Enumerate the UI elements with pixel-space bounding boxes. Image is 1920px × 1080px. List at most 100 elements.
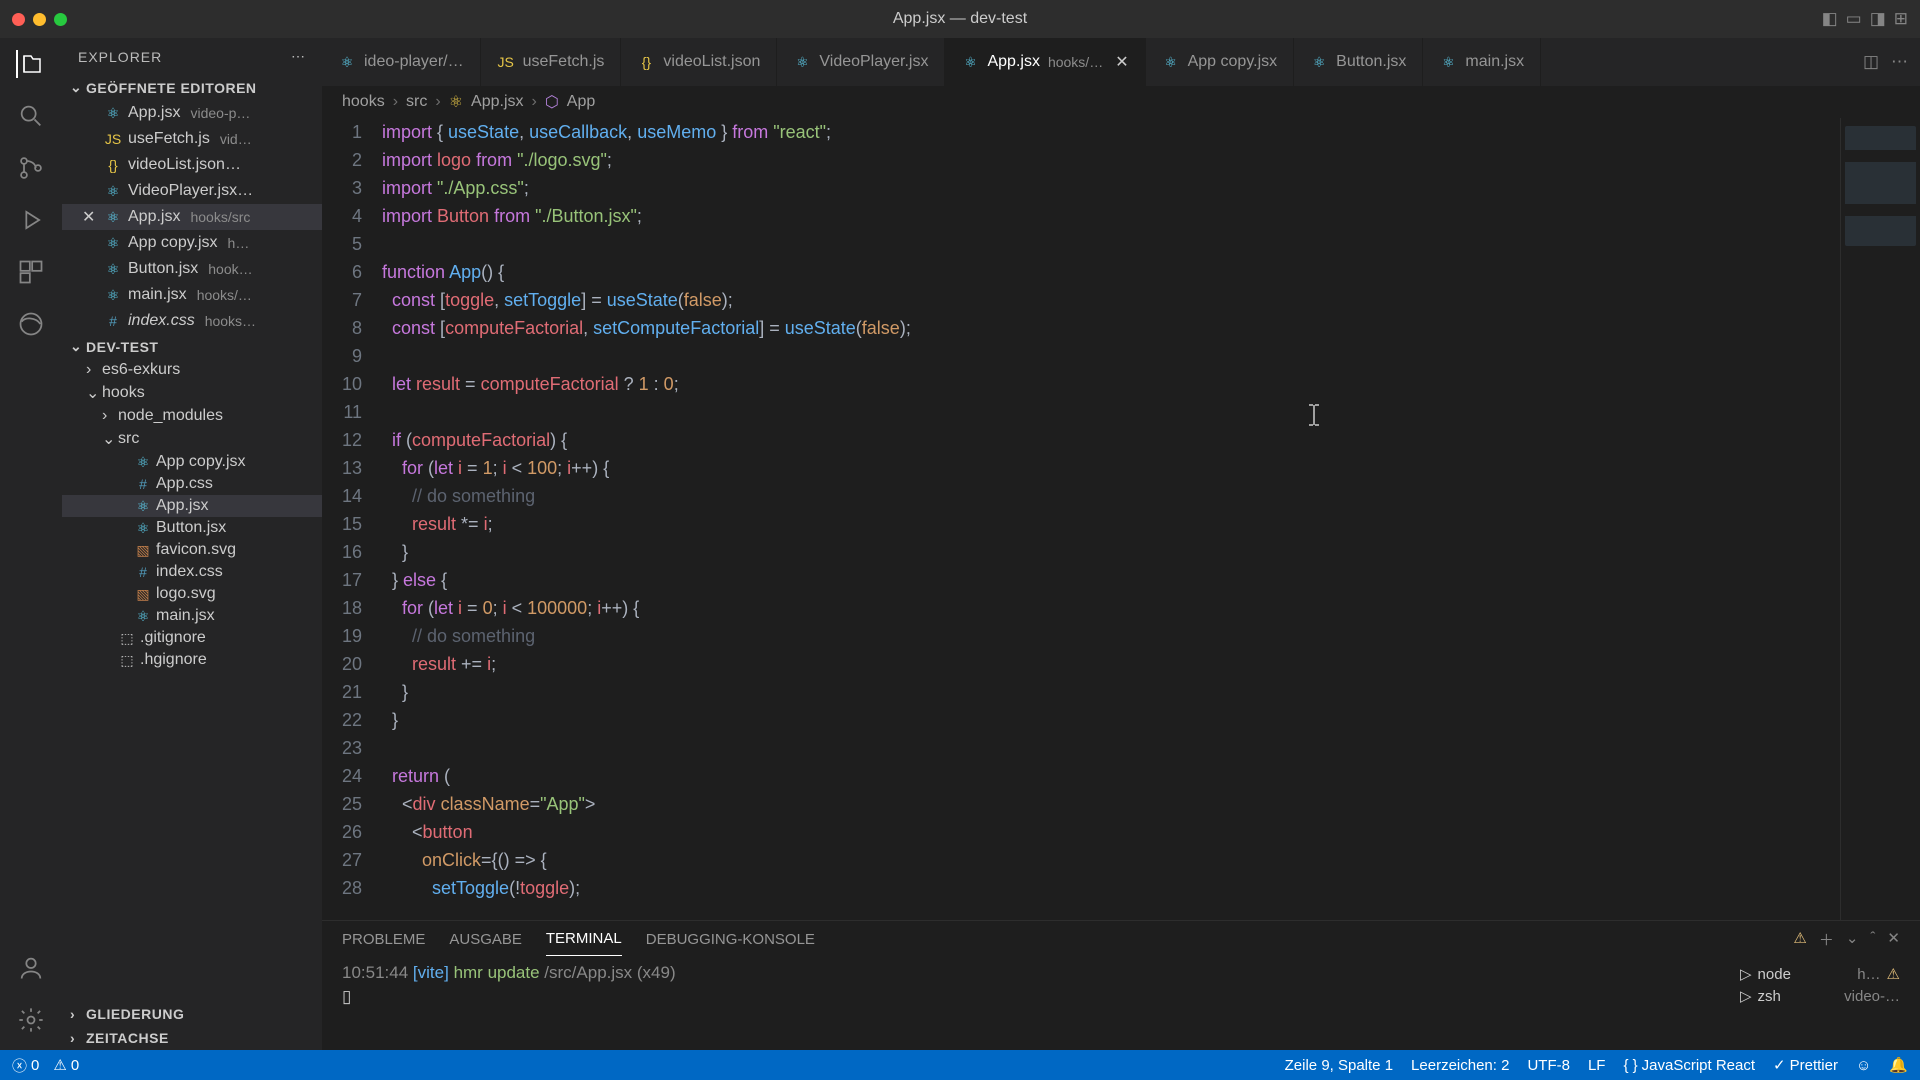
open-editor-item[interactable]: ✕ ⚛ VideoPlayer.jsx… — [62, 178, 322, 204]
tree-label: logo.svg — [156, 585, 216, 603]
status-bell-icon[interactable]: 🔔 — [1889, 1056, 1908, 1074]
maximize-window-button[interactable] — [54, 13, 67, 26]
breadcrumb-part[interactable]: App — [567, 93, 595, 111]
tree-item[interactable]: ⌄hooks — [62, 381, 322, 405]
react-icon: ⚛ — [134, 454, 152, 471]
status-warnings[interactable]: ⚠ 0 — [53, 1056, 79, 1074]
status-prettier[interactable]: ✓ Prettier — [1773, 1056, 1838, 1074]
code-content[interactable]: import { useState, useCallback, useMemo … — [382, 118, 1840, 920]
activity-extensions[interactable] — [17, 258, 45, 286]
css-icon: # — [134, 564, 152, 580]
warning-icon[interactable]: ⚠ — [1793, 929, 1806, 950]
code-editor[interactable]: 1234567891011121314151617181920212223242… — [322, 118, 1920, 920]
terminal-cursor: ▯ — [342, 987, 1740, 1007]
status-eol[interactable]: LF — [1588, 1057, 1606, 1074]
file-name: App copy.jsx — [128, 234, 218, 252]
layout-sidebar-left-icon[interactable]: ◧ — [1822, 9, 1838, 29]
close-icon[interactable]: ✕ — [82, 207, 98, 227]
maximize-panel-icon[interactable]: ˆ — [1870, 929, 1875, 950]
minimap[interactable] — [1840, 118, 1920, 920]
editor-tab[interactable]: ⚛ ideo-player/… — [322, 38, 481, 86]
close-tab-icon[interactable]: ✕ — [1115, 52, 1128, 72]
activity-account[interactable] — [17, 954, 45, 982]
panel-tab-debugging-konsole[interactable]: DEBUGGING-KONSOLE — [646, 923, 815, 956]
tree-item[interactable]: ⚛App copy.jsx — [62, 451, 322, 473]
panel-tab-probleme[interactable]: PROBLEME — [342, 923, 425, 956]
breadcrumb-part[interactable]: App.jsx — [471, 93, 523, 111]
open-editor-item[interactable]: ✕ {} videoList.json… — [62, 152, 322, 178]
breadcrumb-part[interactable]: hooks — [342, 93, 385, 111]
braces-icon: { } — [1623, 1057, 1637, 1074]
open-editor-item[interactable]: ✕ # index.css hooks… — [62, 308, 322, 334]
editor-tab[interactable]: ⚛ VideoPlayer.jsx — [777, 38, 945, 86]
tab-label: VideoPlayer.jsx — [819, 53, 928, 71]
line-gutter: 1234567891011121314151617181920212223242… — [322, 118, 382, 920]
breadcrumb-part[interactable]: src — [406, 93, 427, 111]
project-header[interactable]: ⌄ DEV-TEST — [62, 334, 322, 359]
tree-item[interactable]: ▧favicon.svg — [62, 539, 322, 561]
tree-item[interactable]: #index.css — [62, 561, 322, 583]
status-language[interactable]: { } JavaScript React — [1623, 1057, 1755, 1074]
chevron-down-icon[interactable]: ⌄ — [1846, 929, 1859, 950]
close-window-button[interactable] — [12, 13, 25, 26]
editor-tab[interactable]: ⚛ main.jsx — [1423, 38, 1541, 86]
open-editor-item[interactable]: ✕ ⚛ App.jsx hooks/src — [62, 204, 322, 230]
new-terminal-icon[interactable]: ＋ — [1819, 929, 1834, 950]
status-cursor-position[interactable]: Zeile 9, Spalte 1 — [1285, 1057, 1393, 1074]
activity-settings[interactable] — [17, 1006, 45, 1034]
more-actions-icon[interactable]: ⋯ — [1891, 52, 1908, 72]
terminal-task[interactable]: ▷ zsh video-… — [1740, 985, 1900, 1007]
tree-item[interactable]: ⬚.hgignore — [62, 649, 322, 671]
tree-item[interactable]: ⬚.gitignore — [62, 627, 322, 649]
tree-label: Button.jsx — [156, 519, 226, 537]
tree-item[interactable]: ›node_modules — [62, 405, 322, 427]
activity-debug[interactable] — [17, 206, 45, 234]
status-encoding[interactable]: UTF-8 — [1527, 1057, 1570, 1074]
activity-search[interactable] — [17, 102, 45, 130]
tree-item[interactable]: ⌄src — [62, 427, 322, 451]
tree-item[interactable]: #App.css — [62, 473, 322, 495]
symbol-icon: ⬡ — [545, 92, 559, 112]
open-editor-item[interactable]: ✕ ⚛ App.jsx video-p… — [62, 100, 322, 126]
layout-sidebar-right-icon[interactable]: ◨ — [1870, 9, 1886, 29]
editor-tab[interactable]: ⚛ Button.jsx — [1294, 38, 1423, 86]
tree-item[interactable]: ›es6-exkurs — [62, 359, 322, 381]
open-editor-item[interactable]: ✕ ⚛ Button.jsx hook… — [62, 256, 322, 282]
status-errors[interactable]: ⓧ 0 — [12, 1055, 39, 1076]
editor-tab[interactable]: ⚛ App.jsx hooks/… ✕ — [945, 38, 1145, 86]
panel-tab-ausgabe[interactable]: AUSGABE — [449, 923, 522, 956]
split-editor-icon[interactable]: ◫ — [1863, 52, 1879, 72]
open-editors-header[interactable]: ⌄ GEÖFFNETE EDITOREN — [62, 75, 322, 100]
terminal-task[interactable]: ▷ node h… ⚠ — [1740, 963, 1900, 985]
panel-tab-terminal[interactable]: TERMINAL — [546, 922, 622, 956]
tree-item[interactable]: ▧logo.svg — [62, 583, 322, 605]
layout-customize-icon[interactable]: ⊞ — [1894, 9, 1908, 29]
error-icon: ⓧ — [12, 1055, 27, 1076]
activity-edge[interactable] — [17, 310, 45, 338]
terminal[interactable]: 10:51:44 [vite] hmr update /src/App.jsx … — [322, 957, 1920, 1013]
tree-item[interactable]: ⚛App.jsx — [62, 495, 322, 517]
close-panel-icon[interactable]: ✕ — [1887, 929, 1900, 950]
activity-explorer[interactable] — [16, 50, 44, 78]
outline-header[interactable]: › GLIEDERUNG — [62, 1002, 322, 1026]
svg-icon: ▧ — [134, 542, 152, 559]
minimize-window-button[interactable] — [33, 13, 46, 26]
sidebar-more-icon[interactable]: ⋯ — [291, 48, 306, 65]
status-indent[interactable]: Leerzeichen: 2 — [1411, 1057, 1509, 1074]
editor-tab[interactable]: {} videoList.json — [621, 38, 777, 86]
sidebar-title: EXPLORER ⋯ — [62, 38, 322, 75]
tree-label: App.jsx — [156, 497, 208, 515]
open-editor-item[interactable]: ✕ ⚛ main.jsx hooks/… — [62, 282, 322, 308]
open-editor-item[interactable]: ✕ ⚛ App copy.jsx h… — [62, 230, 322, 256]
layout-panel-icon[interactable]: ▭ — [1846, 9, 1862, 29]
editor-tab[interactable]: JS useFetch.js — [481, 38, 622, 86]
timeline-header[interactable]: › ZEITACHSE — [62, 1026, 322, 1050]
tree-item[interactable]: ⚛main.jsx — [62, 605, 322, 627]
open-editor-item[interactable]: ✕ JS useFetch.js vid… — [62, 126, 322, 152]
tab-label: useFetch.js — [523, 53, 605, 71]
breadcrumbs[interactable]: hooks › src › ⚛ App.jsx › ⬡ App — [322, 86, 1920, 118]
activity-source-control[interactable] — [17, 154, 45, 182]
status-feedback-icon[interactable]: ☺ — [1856, 1057, 1871, 1074]
tree-item[interactable]: ⚛Button.jsx — [62, 517, 322, 539]
editor-tab[interactable]: ⚛ App copy.jsx — [1146, 38, 1295, 86]
